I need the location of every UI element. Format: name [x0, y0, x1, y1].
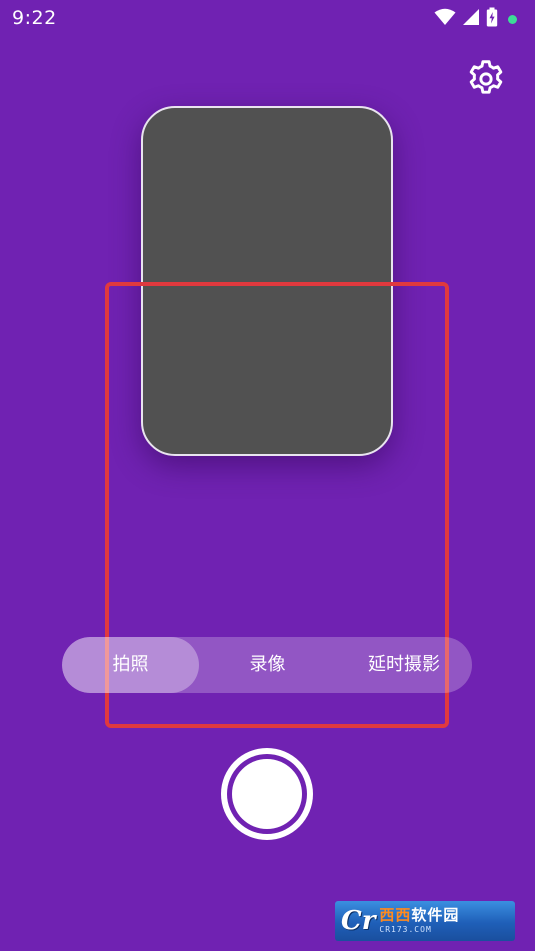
notification-dot-icon [508, 14, 517, 24]
watermark-mark: Cr [341, 906, 376, 936]
battery-charging-icon [486, 7, 498, 31]
settings-button[interactable] [463, 58, 509, 104]
gear-icon [464, 57, 508, 105]
shutter-ring [227, 754, 307, 834]
mode-selector: 拍照 录像 延时摄影 [62, 637, 472, 693]
camera-preview [141, 106, 393, 456]
watermark-cn-accent: 西西 [379, 906, 412, 924]
watermark-text: 西西软件园 CR173.COM [379, 908, 459, 934]
shutter-core [232, 759, 302, 829]
status-bar: 9:22 [0, 0, 535, 38]
watermark-en: CR173.COM [379, 925, 432, 934]
watermark-cn-rest: 软件园 [411, 906, 460, 924]
watermark-cn: 西西软件园 [379, 908, 459, 923]
mode-tab-photo[interactable]: 拍照 [62, 637, 199, 693]
status-icons [434, 7, 517, 31]
signal-icon [462, 8, 480, 30]
mode-tab-timelapse[interactable]: 延时摄影 [336, 637, 472, 693]
site-watermark-logo: Cr 西西软件园 CR173.COM [335, 901, 515, 941]
shutter-button[interactable] [221, 748, 313, 840]
wifi-icon [434, 8, 456, 30]
status-time: 9:22 [12, 7, 57, 29]
mode-tab-video[interactable]: 录像 [199, 637, 336, 693]
